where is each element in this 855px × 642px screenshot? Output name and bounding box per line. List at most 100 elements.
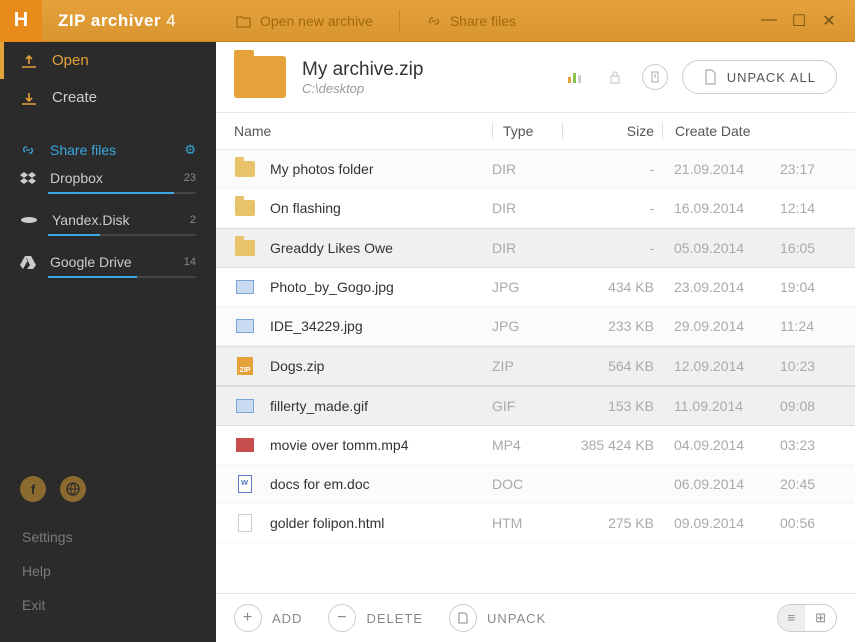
file-date: 16.09.2014 [662, 200, 780, 216]
folder-icon [234, 198, 256, 218]
file-date: 21.09.2014 [662, 161, 780, 177]
archive-header: My archive.zip C:\desktop UNPAC [216, 42, 855, 113]
file-name: movie over tomm.mp4 [270, 437, 492, 453]
file-time: 16:05 [780, 240, 837, 256]
file-size: - [562, 240, 662, 256]
file-type: ZIP [492, 358, 562, 374]
file-size: 564 KB [562, 358, 662, 374]
doc-icon [234, 474, 256, 494]
service-progress [48, 192, 196, 194]
minimize-button[interactable]: — [761, 11, 777, 31]
file-row[interactable]: docs for em.doc DOC 06.09.2014 20:45 [216, 465, 855, 504]
facebook-icon[interactable]: f [20, 476, 46, 502]
unpack-all-button[interactable]: UNPACK ALL [682, 60, 837, 94]
file-time: 03:23 [780, 437, 837, 453]
delete-button[interactable]: − DELETE [328, 604, 423, 632]
open-new-archive-button[interactable]: Open new archive [236, 13, 373, 29]
file-date: 06.09.2014 [662, 476, 780, 492]
file-size: 153 KB [562, 398, 662, 414]
sidebar-help[interactable]: Help [0, 554, 216, 588]
sidebar-service-yandex.disk[interactable]: Yandex.Disk 2 [0, 204, 216, 232]
service-icon [20, 255, 36, 269]
file-row[interactable]: Photo_by_Gogo.jpg JPG 434 KB 23.09.2014 … [216, 268, 855, 307]
service-progress [48, 276, 196, 278]
file-date: 04.09.2014 [662, 437, 780, 453]
file-row[interactable]: golder folipon.html HTM 275 KB 09.09.201… [216, 504, 855, 543]
sidebar-open[interactable]: Open [0, 42, 216, 79]
sidebar-open-label: Open [52, 52, 89, 69]
list-view-button[interactable]: ≡ [778, 605, 806, 631]
web-icon[interactable] [60, 476, 86, 502]
folder-icon [234, 238, 256, 258]
file-type: DOC [492, 476, 562, 492]
col-date[interactable]: Create Date [662, 123, 837, 139]
view-toggle: ≡ ⊞ [777, 604, 838, 632]
file-type: DIR [492, 200, 562, 216]
file-name: My photos folder [270, 161, 492, 177]
file-name: fillerty_made.gif [270, 398, 492, 414]
file-date: 09.09.2014 [662, 515, 780, 531]
file-type: JPG [492, 318, 562, 334]
column-headers: Name Type Size Create Date [216, 113, 855, 150]
file-date: 29.09.2014 [662, 318, 780, 334]
gear-icon[interactable]: ⚙ [184, 142, 196, 158]
app-logo: H [0, 0, 42, 42]
add-button[interactable]: + ADD [234, 604, 302, 632]
unpack-button[interactable]: UNPACK [449, 604, 546, 632]
lock-icon[interactable] [602, 64, 628, 90]
file-time: 11:24 [780, 318, 837, 334]
file-time: 09:08 [780, 398, 837, 414]
folder-icon [234, 159, 256, 179]
separator [399, 10, 400, 32]
sidebar-share-label: Share files [50, 142, 116, 158]
vid-icon [234, 435, 256, 455]
col-size[interactable]: Size [562, 123, 662, 139]
sidebar-service-dropbox[interactable]: Dropbox 23 [0, 162, 216, 190]
sidebar-service-google drive[interactable]: Google Drive 14 [0, 246, 216, 274]
document-icon [449, 604, 477, 632]
file-time: 12:14 [780, 200, 837, 216]
file-row[interactable]: My photos folder DIR - 21.09.2014 23:17 [216, 150, 855, 189]
file-size: - [562, 161, 662, 177]
add-label: ADD [272, 611, 302, 626]
img-icon [234, 396, 256, 416]
sidebar-settings[interactable]: Settings [0, 520, 216, 554]
service-progress [48, 234, 196, 236]
share-files-button[interactable]: Share files [426, 13, 516, 29]
file-date: 12.09.2014 [662, 358, 780, 374]
col-name[interactable]: Name [234, 123, 492, 139]
download-icon [20, 90, 38, 106]
sidebar-exit[interactable]: Exit [0, 588, 216, 622]
maximize-button[interactable]: ☐ [791, 11, 807, 31]
file-row[interactable]: fillerty_made.gif GIF 153 KB 11.09.2014 … [216, 386, 855, 426]
file-row[interactable]: Greaddy Likes Owe DIR - 05.09.2014 16:05 [216, 228, 855, 268]
file-row[interactable]: ZIP Dogs.zip ZIP 564 KB 12.09.2014 10:23 [216, 346, 855, 386]
close-button[interactable]: ✕ [821, 11, 837, 31]
document-icon [703, 69, 717, 85]
info-icon[interactable] [642, 64, 668, 90]
link-icon [426, 14, 442, 28]
app-title: ZIP archiver 4 [42, 11, 216, 31]
file-row[interactable]: movie over tomm.mp4 MP4 385 424 KB 04.09… [216, 426, 855, 465]
file-date: 11.09.2014 [662, 398, 780, 414]
folder-open-icon [236, 14, 252, 28]
service-name: Dropbox [50, 170, 103, 186]
file-row[interactable]: IDE_34229.jpg JPG 233 KB 29.09.2014 11:2… [216, 307, 855, 346]
file-time: 20:45 [780, 476, 837, 492]
stats-icon[interactable] [562, 64, 588, 90]
grid-view-button[interactable]: ⊞ [805, 605, 836, 631]
sidebar: Open Create Share files ⚙ Dropbox 23 Yan… [0, 42, 216, 642]
upload-icon [20, 53, 38, 69]
file-row[interactable]: On flashing DIR - 16.09.2014 12:14 [216, 189, 855, 228]
share-files-label: Share files [450, 13, 516, 29]
sidebar-create[interactable]: Create [0, 79, 216, 116]
file-name: IDE_34229.jpg [270, 318, 492, 334]
service-icon [20, 171, 36, 185]
unpack-all-label: UNPACK ALL [727, 70, 816, 85]
file-type: GIF [492, 398, 562, 414]
col-type[interactable]: Type [492, 123, 562, 139]
file-type: DIR [492, 240, 562, 256]
file-type: HTM [492, 515, 562, 531]
archive-folder-icon [234, 56, 286, 98]
sidebar-share-files[interactable]: Share files ⚙ [0, 134, 216, 162]
